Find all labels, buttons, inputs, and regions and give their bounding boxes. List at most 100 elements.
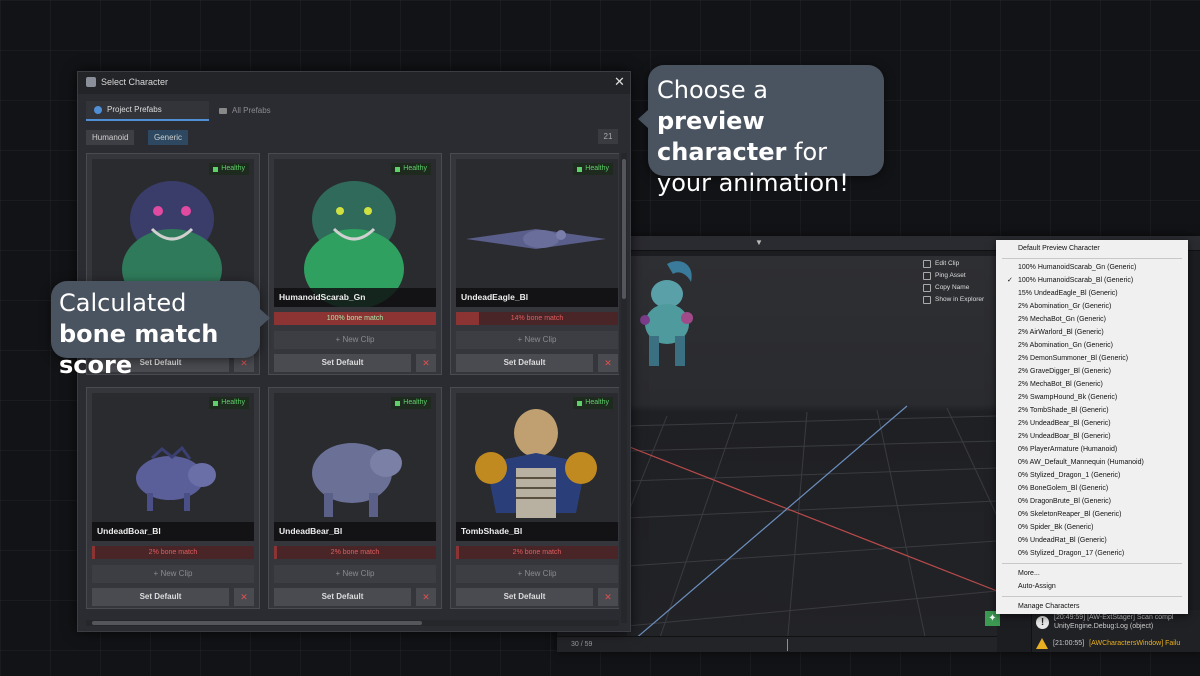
tab-project-prefabs[interactable]: Project Prefabs <box>86 101 209 121</box>
copy-name-action[interactable]: Copy Name <box>923 282 984 294</box>
set-default-button[interactable]: Set Default <box>456 354 593 372</box>
dropdown-item[interactable]: 0% DragonBrute_Bl (Generic) <box>996 495 1188 508</box>
character-card[interactable]: Healthy TombShade_Bl 2% bone match + New Cl… <box>450 387 619 609</box>
dropdown-separator <box>1002 258 1182 259</box>
set-default-button[interactable]: Set Default <box>274 354 411 372</box>
dropdown-item[interactable]: 2% UndeadBoar_Bl (Generic) <box>996 430 1188 443</box>
dropdown-item[interactable]: 2% DemonSummoner_Bl (Generic) <box>996 352 1188 365</box>
bone-match-fill <box>456 546 460 559</box>
console-warning-row[interactable]: [21:00:55] [AWCharactersWindow] Failu <box>1036 635 1180 651</box>
dropdown-manage-characters[interactable]: Manage Characters <box>996 600 1188 613</box>
timeline-frame-label: 30 / 59 <box>571 641 593 648</box>
character-model-preview <box>136 445 216 511</box>
health-badge: Healthy <box>573 163 613 175</box>
dropdown-item[interactable]: 2% TombShade_Bl (Generic) <box>996 404 1188 417</box>
bone-match-bar: 14% bone match <box>456 312 618 325</box>
prefab-icon <box>94 106 102 114</box>
character-thumbnail[interactable]: Healthy <box>92 393 254 541</box>
character-card[interactable]: Healthy UndeadBear_Bl 2% bone match + New C… <box>268 387 442 609</box>
status-square-icon <box>213 400 219 406</box>
dropdown-item[interactable]: 2% SwampHound_Bk (Generic) <box>996 391 1188 404</box>
filter-humanoid[interactable]: Humanoid <box>86 130 135 145</box>
status-square-icon <box>395 166 401 172</box>
character-card[interactable]: Healthy UndeadBoar_Bl 2% bone match + New C… <box>86 387 260 609</box>
show-in-explorer-action[interactable]: Show in Explorer <box>923 294 984 306</box>
dropdown-item[interactable]: 2% UndeadBear_Bl (Generic) <box>996 417 1188 430</box>
dropdown-more[interactable]: More... <box>996 567 1188 580</box>
dropdown-item[interactable]: 0% Stylized_Dragon_17 (Generic) <box>996 547 1188 560</box>
character-name: HumanoidScarab_Gn <box>274 288 436 307</box>
delete-icon[interactable]: ✕ <box>234 588 254 606</box>
window-titlebar[interactable]: Select Character ✕ <box>78 72 630 94</box>
close-icon[interactable]: ✕ <box>614 74 625 90</box>
character-thumbnail[interactable]: Healthy <box>456 159 618 307</box>
character-thumbnail[interactable]: Healthy <box>456 393 618 541</box>
bone-match-bar: 2% bone match <box>456 546 618 559</box>
dropdown-auto-assign[interactable]: Auto-Assign <box>996 580 1188 593</box>
dropdown-item[interactable]: 0% PlayerArmature (Humanoid) <box>996 443 1188 456</box>
delete-icon[interactable]: ✕ <box>598 354 618 372</box>
scrollbar-thumb[interactable] <box>622 159 626 299</box>
dropdown-item[interactable]: 0% Stylized_Dragon_1 (Generic) <box>996 469 1188 482</box>
dropdown-item[interactable]: 2% MechaBot_Bl (Generic) <box>996 378 1188 391</box>
tab-all-prefabs[interactable]: All Prefabs <box>219 101 271 121</box>
warning-icon <box>1036 637 1048 649</box>
filter-generic[interactable]: Generic <box>148 130 189 145</box>
dropdown-item[interactable]: 15% UndeadEagle_Bl (Generic) <box>996 287 1188 300</box>
dropdown-item[interactable]: ✓ 100% HumanoidScarab_Bl (Generic) <box>996 274 1188 287</box>
set-default-button[interactable]: Set Default <box>92 588 229 606</box>
new-clip-button[interactable]: + New Clip <box>274 565 436 583</box>
scene-viewport[interactable] <box>627 256 997 646</box>
bone-match-bar: 2% bone match <box>92 546 254 559</box>
delete-icon[interactable]: ✕ <box>598 588 618 606</box>
character-name: UndeadBoar_Bl <box>92 522 254 541</box>
horizontal-scrollbar[interactable] <box>86 620 619 626</box>
callout-tail <box>260 309 270 327</box>
dropdown-arrow-icon[interactable]: ▼ <box>755 238 763 247</box>
character-card[interactable]: Healthy HumanoidScarab_Gn 100% bone match +… <box>268 153 442 375</box>
dropdown-header: Default Preview Character <box>1018 245 1100 252</box>
info-icon: ! <box>1036 615 1049 629</box>
dropdown-item[interactable]: 0% AW_Default_Mannequin (Humanoid) <box>996 456 1188 469</box>
character-thumbnail[interactable]: Healthy <box>274 159 436 307</box>
set-default-button[interactable]: Set Default <box>274 588 411 606</box>
bone-match-fill <box>92 546 96 559</box>
character-grid: Healthy + New Clip Set Default ✕ Healthy Huma… <box>86 153 619 623</box>
set-default-button[interactable]: Set Default <box>456 588 593 606</box>
result-count: 21 <box>598 129 618 144</box>
dropdown-item[interactable]: 0% SkeletonReaper_Bl (Generic) <box>996 508 1188 521</box>
dropdown-item[interactable]: 0% UndeadRat_Bl (Generic) <box>996 534 1188 547</box>
character-name: UndeadEagle_Bl <box>456 288 618 307</box>
bone-match-fill <box>456 312 479 325</box>
dropdown-item[interactable]: 2% GraveDigger_Bl (Generic) <box>996 365 1188 378</box>
dropdown-item[interactable]: 0% BoneGolem_Bl (Generic) <box>996 482 1188 495</box>
console-panel: ! [20:49:59] [AW-ExtStager] Scan compl U… <box>1031 610 1200 652</box>
character-name: TombShade_Bl <box>456 522 618 541</box>
timeline-bar[interactable]: 30 / 59 <box>557 636 997 652</box>
delete-icon[interactable]: ✕ <box>416 354 436 372</box>
dropdown-item[interactable]: 0% Spider_Bk (Generic) <box>996 521 1188 534</box>
dropdown-separator <box>1002 596 1182 597</box>
character-card[interactable]: Healthy UndeadEagle_Bl 14% bone match + New… <box>450 153 619 375</box>
health-badge: Healthy <box>209 163 249 175</box>
ping-asset-action[interactable]: Ping Asset <box>923 270 984 282</box>
status-square-icon <box>577 400 583 406</box>
folder-icon <box>219 108 227 114</box>
character-thumbnail[interactable]: Healthy <box>274 393 436 541</box>
new-clip-button[interactable]: + New Clip <box>456 565 618 583</box>
dropdown-item[interactable]: 2% Abomination_Gr (Generic) <box>996 300 1188 313</box>
new-clip-button[interactable]: + New Clip <box>274 331 436 349</box>
dropdown-item[interactable]: 2% MechaBot_Gn (Generic) <box>996 313 1188 326</box>
console-log-row[interactable]: ! [20:49:59] [AW-ExtStager] Scan compl U… <box>1036 614 1173 630</box>
new-clip-button[interactable]: + New Clip <box>456 331 618 349</box>
scrollbar-thumb[interactable] <box>92 621 422 625</box>
delete-icon[interactable]: ✕ <box>416 588 436 606</box>
dropdown-item[interactable]: 2% Abomination_Gn (Generic) <box>996 339 1188 352</box>
timeline-playhead[interactable] <box>787 639 788 651</box>
dropdown-item[interactable]: 100% HumanoidScarab_Gn (Generic) <box>996 261 1188 274</box>
new-clip-button[interactable]: + New Clip <box>92 565 254 583</box>
edit-clip-action[interactable]: Edit Clip <box>923 258 984 270</box>
bone-match-bar: 100% bone match <box>274 312 436 325</box>
dropdown-item[interactable]: 2% AirWarlord_Bl (Generic) <box>996 326 1188 339</box>
vertical-scrollbar[interactable] <box>621 153 627 623</box>
